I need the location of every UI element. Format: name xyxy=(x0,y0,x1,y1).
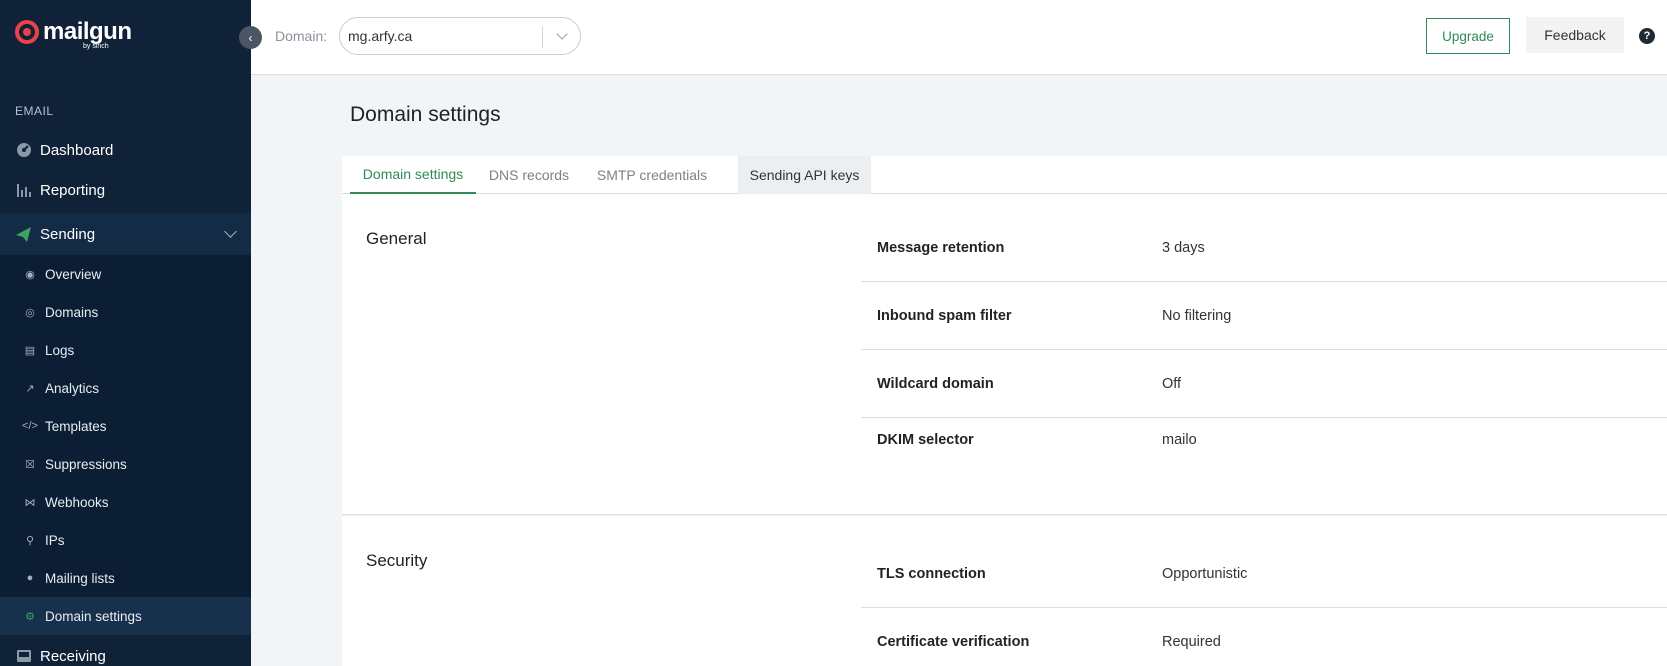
section-title-security: Security xyxy=(366,551,428,570)
tab-domain-settings[interactable]: Domain settings xyxy=(350,156,476,194)
section-title-general: General xyxy=(366,229,427,248)
tab-dns-records[interactable]: DNS records xyxy=(480,156,578,194)
setting-key: Certificate verification xyxy=(877,634,1030,650)
setting-key: Inbound spam filter xyxy=(877,307,1012,324)
security-section: Security TLS connection Opportunistic Ce… xyxy=(342,516,1667,666)
top-header: Domain: mg.arfy.ca Upgrade Feedback ? xyxy=(251,0,1667,75)
setting-row: Message retention 3 days xyxy=(861,214,1667,282)
setting-key: Message retention xyxy=(877,239,1005,256)
sidebar-item-label: Overview xyxy=(45,266,102,282)
setting-key: Wildcard domain xyxy=(877,375,994,392)
inbox-icon xyxy=(15,648,32,665)
code-icon: </> xyxy=(22,420,38,432)
domain-select-value: mg.arfy.ca xyxy=(348,28,413,44)
sidebar-item-label: Sending xyxy=(40,225,96,243)
person-icon: ● xyxy=(26,572,34,584)
domain-label: Domain: xyxy=(275,28,328,44)
upgrade-button[interactable]: Upgrade xyxy=(1426,18,1510,54)
mailgun-logo-icon xyxy=(15,20,39,44)
sidebar-item-sending[interactable]: Sending xyxy=(0,213,251,255)
gear-icon: ⚙ xyxy=(25,610,35,623)
sidebar-item-label: Domains xyxy=(45,304,99,320)
tab-sending-api-keys[interactable]: Sending API keys xyxy=(738,156,871,194)
eye-icon: ◉ xyxy=(25,268,35,281)
setting-row: Inbound spam filter No filtering xyxy=(861,282,1667,350)
sidebar-item-label: Reporting xyxy=(40,181,106,199)
sidebar-item-analytics[interactable]: ↗ Analytics xyxy=(0,369,251,407)
chevron-left-icon: ‹ xyxy=(248,30,253,45)
sidebar-item-overview[interactable]: ◉ Overview xyxy=(0,255,251,293)
sidebar-item-dashboard[interactable]: Dashboard xyxy=(0,130,251,170)
chevron-down-icon xyxy=(556,28,568,40)
general-section: General Message retention 3 days Inbound… xyxy=(342,194,1667,515)
help-icon[interactable]: ? xyxy=(1639,28,1655,44)
sidebar-item-reporting[interactable]: Reporting xyxy=(0,170,251,210)
pin-icon: ⚲ xyxy=(25,534,35,547)
setting-value: Opportunistic xyxy=(1162,565,1248,582)
settings-tabs: Domain settings DNS records SMTP credent… xyxy=(342,156,1667,194)
webhook-icon: ⋈ xyxy=(24,496,36,509)
chevron-down-icon[interactable] xyxy=(224,225,237,238)
setting-row: Wildcard domain Off xyxy=(861,350,1667,418)
setting-row: DKIM selector mailo xyxy=(861,410,1667,470)
sending-subnav: ◉ Overview ◎ Domains ▤ Logs ↗ Analytics … xyxy=(0,255,251,635)
sidebar: mailgun by sinch EMAIL Dashboard Reporti… xyxy=(0,0,251,666)
document-icon: ▤ xyxy=(24,344,36,357)
mailgun-logo[interactable]: mailgun xyxy=(15,18,132,46)
feedback-button[interactable]: Feedback xyxy=(1526,17,1624,53)
setting-value: Off xyxy=(1162,375,1182,392)
paper-plane-icon xyxy=(15,226,32,243)
sidebar-item-label: Analytics xyxy=(45,380,100,396)
sidebar-item-mailing-lists[interactable]: ● Mailing lists xyxy=(0,559,251,597)
trend-icon: ↗ xyxy=(25,382,35,395)
sidebar-item-label: Domain settings xyxy=(45,608,142,624)
dashboard-icon xyxy=(15,142,32,159)
sidebar-item-receiving[interactable]: Receiving xyxy=(0,636,251,666)
setting-key: TLS connection xyxy=(877,565,986,582)
collapse-sidebar-button[interactable]: ‹ xyxy=(239,26,262,49)
sidebar-item-label: Templates xyxy=(45,418,107,434)
setting-row: TLS connection Opportunistic xyxy=(861,540,1667,608)
tab-smtp-credentials[interactable]: SMTP credentials xyxy=(584,156,720,194)
sidebar-item-label: Suppressions xyxy=(45,456,127,472)
sidebar-item-logs[interactable]: ▤ Logs xyxy=(0,331,251,369)
brand-byline: by sinch xyxy=(83,43,109,50)
sidebar-item-label: Webhooks xyxy=(45,494,109,510)
setting-key: DKIM selector xyxy=(877,432,974,448)
sidebar-item-label: Mailing lists xyxy=(45,570,115,586)
sidebar-item-suppressions[interactable]: ☒ Suppressions xyxy=(0,445,251,483)
page-title: Domain settings xyxy=(350,103,501,126)
block-icon: ☒ xyxy=(25,458,35,471)
setting-value: Required xyxy=(1162,634,1221,650)
setting-value: 3 days xyxy=(1162,239,1205,256)
sidebar-item-label: IPs xyxy=(45,532,65,548)
sidebar-item-webhooks[interactable]: ⋈ Webhooks xyxy=(0,483,251,521)
brand-name: mailgun xyxy=(43,18,132,45)
setting-value: mailo xyxy=(1162,432,1197,448)
setting-row: Certificate verification Required xyxy=(861,608,1667,666)
sidebar-item-domains[interactable]: ◎ Domains xyxy=(0,293,251,331)
sidebar-item-label: Logs xyxy=(45,342,75,358)
sidebar-item-label: Receiving xyxy=(40,647,106,665)
sidebar-item-domain-settings[interactable]: ⚙ Domain settings xyxy=(0,597,251,635)
sidebar-item-templates[interactable]: </> Templates xyxy=(0,407,251,445)
sidebar-item-ips[interactable]: ⚲ IPs xyxy=(0,521,251,559)
select-divider xyxy=(542,26,543,48)
globe-icon: ◎ xyxy=(25,306,35,319)
setting-value: No filtering xyxy=(1162,307,1232,324)
sidebar-item-label: Dashboard xyxy=(40,141,114,159)
bar-chart-icon xyxy=(15,182,32,199)
domain-select[interactable]: mg.arfy.ca xyxy=(339,17,581,55)
section-label-email: EMAIL xyxy=(15,104,54,118)
